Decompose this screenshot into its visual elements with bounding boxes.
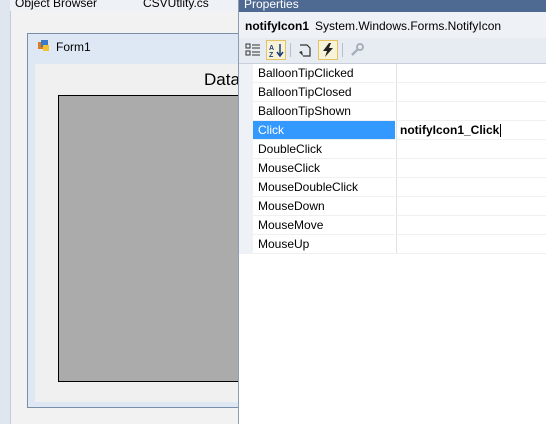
properties-title: Properties xyxy=(244,0,299,11)
data-label[interactable]: Data xyxy=(204,70,240,90)
categorized-button[interactable] xyxy=(243,40,263,60)
properties-panel: Properties notifyIcon1 System.Windows.Fo… xyxy=(238,0,546,424)
event-value[interactable] xyxy=(396,83,546,102)
event-row-balloontipclosed[interactable]: BalloonTipClosed xyxy=(239,83,546,102)
object-name: notifyIcon1 xyxy=(245,19,310,33)
event-value[interactable] xyxy=(396,197,546,216)
event-name: BalloonTipShown xyxy=(253,102,395,121)
wrench-icon xyxy=(351,43,364,56)
event-name: Click xyxy=(253,121,395,140)
properties-toolbar: A Z xyxy=(239,38,546,64)
event-name: MouseUp xyxy=(253,235,395,254)
row-gutter xyxy=(239,197,253,216)
event-handler-text: notifyIcon1_Click xyxy=(400,123,500,137)
row-gutter xyxy=(239,121,253,140)
event-name: DoubleClick xyxy=(253,140,395,159)
event-value[interactable] xyxy=(396,140,546,159)
toolbar-separator xyxy=(342,43,343,57)
event-row-mousedown[interactable]: MouseDown xyxy=(239,197,546,216)
property-pages-button[interactable] xyxy=(295,40,315,60)
form-icon xyxy=(38,40,49,51)
event-row-doubleclick[interactable]: DoubleClick xyxy=(239,140,546,159)
event-value[interactable] xyxy=(396,159,546,178)
form-title: Form1 xyxy=(56,40,91,54)
event-value[interactable] xyxy=(396,64,546,83)
event-row-mousemove[interactable]: MouseMove xyxy=(239,216,546,235)
row-gutter xyxy=(239,140,253,159)
events-button[interactable] xyxy=(318,40,338,60)
event-name: MouseDoubleClick xyxy=(253,178,395,197)
text-caret xyxy=(500,124,502,138)
svg-text:Z: Z xyxy=(269,52,274,58)
event-value[interactable] xyxy=(396,216,546,235)
event-name: MouseClick xyxy=(253,159,395,178)
event-row-mouseup[interactable]: MouseUp xyxy=(239,235,546,254)
event-value[interactable] xyxy=(396,178,546,197)
row-gutter xyxy=(239,64,253,83)
left-toolbox-strip[interactable] xyxy=(0,0,11,424)
properties-header: Properties xyxy=(239,0,546,12)
grey-panel-control[interactable] xyxy=(58,95,238,382)
event-name: BalloonTipClosed xyxy=(253,83,395,102)
tab-csvutility[interactable]: CSVUtlity.cs xyxy=(143,0,209,11)
event-name: MouseDown xyxy=(253,197,395,216)
object-selector[interactable]: notifyIcon1 System.Windows.Forms.NotifyI… xyxy=(239,12,546,38)
tab-object-browser[interactable]: Object Browser xyxy=(15,0,97,11)
row-gutter xyxy=(239,102,253,121)
row-gutter xyxy=(239,83,253,102)
event-value[interactable] xyxy=(396,235,546,254)
property-settings-button[interactable] xyxy=(347,40,367,60)
categorized-icon xyxy=(245,43,260,56)
alphabetical-button[interactable]: A Z xyxy=(266,40,286,60)
lightning-icon xyxy=(323,43,333,57)
document-tab-bar: Object Browser CSVUtlity.cs xyxy=(10,0,238,11)
property-pages-icon xyxy=(299,44,311,57)
event-row-click[interactable]: Click notifyIcon1_Click xyxy=(239,121,546,140)
toolbar-separator xyxy=(290,43,291,57)
event-value[interactable] xyxy=(396,102,546,121)
row-gutter xyxy=(239,235,253,254)
svg-text:A: A xyxy=(269,45,274,52)
event-row-mousedoubleclick[interactable]: MouseDoubleClick xyxy=(239,178,546,197)
row-gutter xyxy=(239,178,253,197)
alphabetical-icon: A Z xyxy=(269,44,284,58)
event-row-balloontipshown[interactable]: BalloonTipShown xyxy=(239,102,546,121)
object-type: System.Windows.Forms.NotifyIcon xyxy=(315,19,502,33)
event-row-balloontipclicked[interactable]: BalloonTipClicked xyxy=(239,64,546,83)
event-value-input[interactable]: notifyIcon1_Click xyxy=(396,121,546,140)
row-gutter xyxy=(239,159,253,178)
event-name: MouseMove xyxy=(253,216,395,235)
event-row-mouseclick[interactable]: MouseClick xyxy=(239,159,546,178)
row-gutter xyxy=(239,216,253,235)
event-name: BalloonTipClicked xyxy=(253,64,395,83)
